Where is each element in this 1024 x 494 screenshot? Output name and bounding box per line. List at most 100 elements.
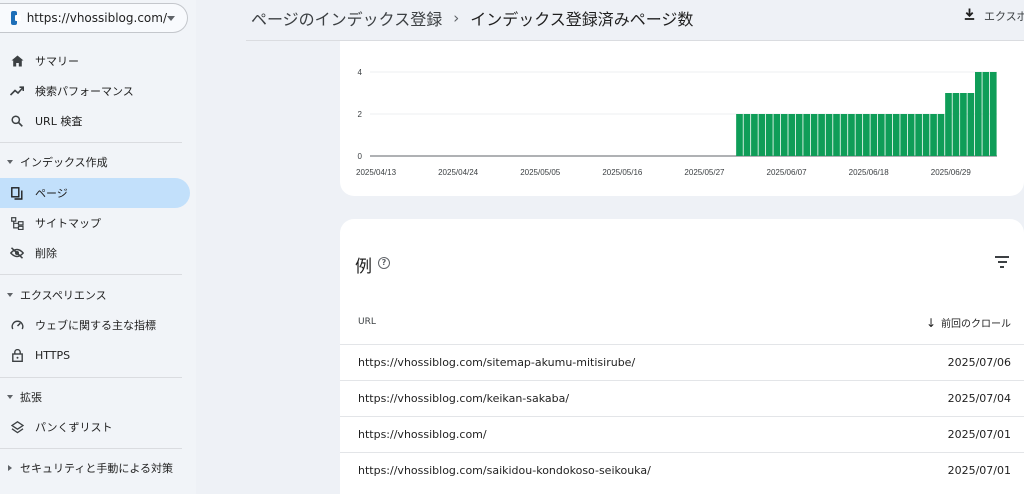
sidebar-item-pages[interactable]: ページ	[0, 178, 190, 208]
property-selector[interactable]: https://vhossiblog.com/	[0, 3, 188, 33]
chart-bar[interactable]	[937, 114, 945, 156]
chart-bar[interactable]	[758, 114, 766, 156]
chart-bar[interactable]	[922, 114, 930, 156]
x-tick-label: 2025/06/29	[931, 168, 972, 177]
sidebar-divider	[0, 142, 182, 143]
chart-bar[interactable]	[952, 93, 960, 156]
table-row[interactable]: https://vhossiblog.com/saikidou-kondokos…	[340, 452, 1024, 488]
chart-bar[interactable]	[960, 93, 967, 156]
chart-bar[interactable]	[743, 114, 751, 156]
x-tick-label: 2025/04/24	[438, 168, 479, 177]
chart-bar[interactable]	[885, 114, 893, 156]
table-row[interactable]: https://vhossiblog.com/sitemap-akumu-mit…	[340, 344, 1024, 380]
row-url: https://vhossiblog.com/sitemap-akumu-mit…	[358, 356, 636, 369]
chart-bar[interactable]	[900, 114, 908, 156]
site-favicon-icon	[11, 11, 21, 25]
table-row[interactable]: https://vhossiblog.com/keikan-sakaba/ 20…	[340, 380, 1024, 416]
examples-card: 例 ? URL ↓ 前回のクロール https://vhossiblog.com…	[340, 219, 1024, 494]
chart-bar[interactable]	[975, 72, 982, 156]
section-enhancements[interactable]: 拡張	[0, 384, 190, 410]
y-tick-label: 2	[358, 110, 363, 119]
chart-bar[interactable]	[840, 114, 848, 156]
sidebar-item-performance[interactable]: 検索パフォーマンス	[0, 76, 190, 106]
x-tick-label: 2025/06/07	[767, 168, 808, 177]
layers-icon	[10, 420, 24, 434]
chart-bar[interactable]	[907, 114, 915, 156]
chart-bar[interactable]	[967, 93, 975, 156]
arrow-down-icon: ↓	[925, 315, 936, 330]
home-icon	[10, 54, 24, 68]
chart-bar[interactable]	[751, 114, 758, 156]
x-tick-label: 2025/04/13	[356, 168, 397, 177]
sidebar-item-label: 削除	[35, 247, 57, 260]
row-date: 2025/07/04	[947, 392, 1011, 405]
section-label: エクスペリエンス	[20, 289, 107, 302]
chart-bar[interactable]	[795, 114, 803, 156]
row-date: 2025/07/01	[947, 464, 1011, 477]
sidebar-item-summary[interactable]: サマリー	[0, 46, 190, 76]
breadcrumb-parent[interactable]: ページのインデックス登録	[251, 6, 442, 30]
chart-bar[interactable]	[989, 72, 997, 156]
chart-bar[interactable]	[915, 114, 922, 156]
chart-bar[interactable]	[818, 114, 825, 156]
sidebar-item-label: ウェブに関する主な指標	[35, 319, 156, 332]
search-icon	[10, 114, 24, 128]
chart-bar[interactable]	[848, 114, 855, 156]
chart-bar[interactable]	[788, 114, 796, 156]
chart-bar[interactable]	[803, 114, 810, 156]
chart-bar[interactable]	[825, 114, 833, 156]
chart-bar[interactable]	[780, 114, 788, 156]
row-url: https://vhossiblog.com/	[358, 428, 487, 441]
x-tick-label: 2025/05/05	[520, 168, 561, 177]
y-tick-label: 4	[358, 68, 363, 77]
chart-bar[interactable]	[892, 114, 900, 156]
column-header-last-crawl[interactable]: ↓ 前回のクロール	[925, 315, 1011, 331]
chart-bar[interactable]	[773, 114, 781, 156]
sitemap-icon	[10, 216, 24, 230]
sidebar-item-core-web-vitals[interactable]: ウェブに関する主な指標	[0, 310, 190, 340]
sidebar-item-sitemaps[interactable]: サイトマップ	[0, 208, 190, 238]
chart-bar[interactable]	[870, 114, 878, 156]
chart-bar[interactable]	[766, 114, 773, 156]
chart-bar[interactable]	[930, 114, 937, 156]
chart-bar[interactable]	[810, 114, 818, 156]
chart-bar[interactable]	[945, 93, 952, 156]
table-row[interactable]: https://vhossiblog.com/ 2025/07/01	[340, 416, 1024, 452]
eye-off-icon	[10, 246, 24, 260]
sidebar-item-label: サマリー	[35, 55, 79, 68]
download-icon	[964, 8, 975, 24]
chart-bar[interactable]	[736, 114, 743, 156]
sidebar-item-removals[interactable]: 削除	[0, 238, 190, 268]
chart-bar[interactable]	[833, 114, 840, 156]
sidebar-item-url-inspection[interactable]: URL 検査	[0, 106, 190, 136]
x-tick-label: 2025/05/27	[684, 168, 725, 177]
export-label: エクスポ	[984, 10, 1024, 23]
section-experience[interactable]: エクスペリエンス	[0, 282, 190, 308]
sidebar-item-label: サイトマップ	[35, 217, 101, 230]
speed-icon	[10, 318, 24, 332]
y-tick-label: 0	[358, 152, 363, 161]
chart-bar[interactable]	[863, 114, 870, 156]
column-header-url[interactable]: URL	[358, 317, 376, 327]
indexed-pages-chart-card: 0 2 4 2025/04/13 2025/04/24 2025/05/05 2025/05…	[340, 41, 1024, 196]
row-date: 2025/07/01	[947, 428, 1011, 441]
sidebar-item-https[interactable]: HTTPS	[0, 340, 190, 370]
page-header: ページのインデックス登録 › インデックス登録済みページ数 エクスポ	[196, 0, 1024, 40]
section-security[interactable]: セキュリティと手動による対策	[0, 455, 190, 481]
examples-title: 例	[355, 257, 372, 277]
section-indexing[interactable]: インデックス作成	[0, 149, 190, 175]
chart-bar[interactable]	[855, 114, 863, 156]
chart-bar[interactable]	[982, 72, 990, 156]
page-title: インデックス登録済みページ数	[470, 10, 694, 29]
sidebar-divider	[0, 377, 182, 378]
sidebar-item-breadcrumbs[interactable]: パンくずリスト	[0, 412, 190, 442]
sidebar-item-label: ページ	[35, 187, 68, 200]
property-url: https://vhossiblog.com/	[26, 11, 167, 25]
export-button[interactable]: エクスポ	[964, 8, 1024, 24]
sidebar: https://vhossiblog.com/ サマリー 検索パフォーマンス U…	[0, 0, 196, 494]
section-label: 拡張	[20, 391, 42, 404]
chart-bar[interactable]	[877, 114, 885, 156]
help-icon[interactable]: ?	[378, 257, 390, 269]
lock-icon	[10, 348, 24, 362]
filter-icon[interactable]	[995, 256, 1009, 271]
